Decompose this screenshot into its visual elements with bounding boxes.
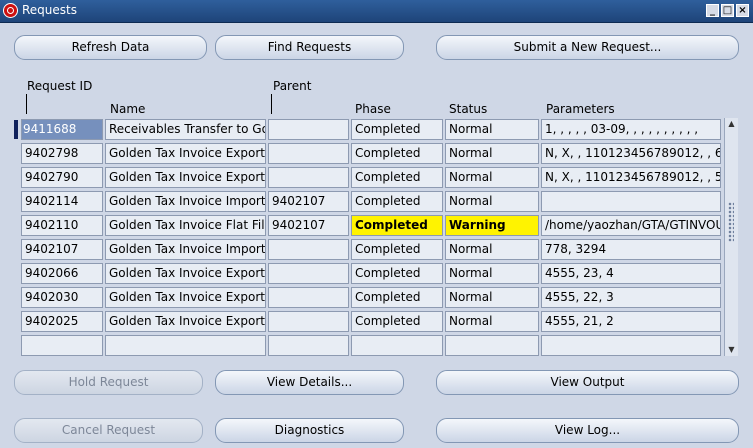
- request-id-cell[interactable]: 9402798: [21, 143, 103, 164]
- request-id-header: Request ID: [27, 79, 93, 93]
- status-cell[interactable]: Normal: [445, 287, 539, 308]
- row-selector[interactable]: [14, 120, 18, 139]
- view-output-button[interactable]: View Output: [436, 370, 739, 395]
- name-header: Name: [110, 102, 146, 116]
- request-id-cell[interactable]: 9402110: [21, 215, 103, 236]
- name-cell[interactable]: Golden Tax Invoice Export: [105, 263, 266, 284]
- parameters-cell[interactable]: [541, 335, 721, 356]
- row-selector[interactable]: [14, 336, 18, 355]
- request-id-cell[interactable]: 9402066: [21, 263, 103, 284]
- refresh-data-button[interactable]: Refresh Data: [14, 35, 207, 60]
- parent-cell[interactable]: [268, 167, 349, 188]
- find-requests-button[interactable]: Find Requests: [215, 35, 404, 60]
- request-id-cell[interactable]: 9402114: [21, 191, 103, 212]
- scroll-grip-icon[interactable]: [728, 202, 734, 242]
- row-selector[interactable]: [14, 216, 18, 235]
- status-cell[interactable]: Normal: [445, 191, 539, 212]
- scroll-up-icon[interactable]: ▲: [725, 118, 738, 130]
- parameters-cell[interactable]: N, X, , 110123456789012, , 5,: [541, 167, 721, 188]
- phase-cell[interactable]: Completed: [351, 119, 443, 140]
- status-header: Status: [449, 102, 488, 116]
- status-cell[interactable]: Normal: [445, 119, 539, 140]
- parent-cell[interactable]: [268, 335, 349, 356]
- parent-cell[interactable]: [268, 263, 349, 284]
- row-selector[interactable]: [14, 144, 18, 163]
- status-cell[interactable]: Normal: [445, 311, 539, 332]
- parent-cell[interactable]: [268, 119, 349, 140]
- phase-cell[interactable]: Completed: [351, 215, 443, 236]
- parameters-cell[interactable]: 1, , , , , 03-09, , , , , , , , , ,: [541, 119, 721, 140]
- name-cell[interactable]: Golden Tax Invoice Export: [105, 311, 266, 332]
- request-id-cell[interactable]: 9402030: [21, 287, 103, 308]
- table-scrollbar[interactable]: ▲ ▼: [724, 118, 738, 356]
- name-cell[interactable]: Golden Tax Invoice Import: [105, 191, 266, 212]
- request-id-cell[interactable]: 9402025: [21, 311, 103, 332]
- phase-cell[interactable]: Completed: [351, 239, 443, 260]
- submit-new-request-button[interactable]: Submit a New Request...: [436, 35, 739, 60]
- parameters-cell[interactable]: 4555, 22, 3: [541, 287, 721, 308]
- request-id-cell[interactable]: 9411688: [21, 119, 103, 140]
- parameters-cell[interactable]: N, X, , 110123456789012, , 6,: [541, 143, 721, 164]
- request-id-cell[interactable]: 9402790: [21, 167, 103, 188]
- name-cell[interactable]: [105, 335, 266, 356]
- row-selector[interactable]: [14, 192, 18, 211]
- phase-cell[interactable]: Completed: [351, 263, 443, 284]
- status-cell[interactable]: Warning: [445, 215, 539, 236]
- status-cell[interactable]: Normal: [445, 239, 539, 260]
- title-bar: Requests _ □ ×: [0, 0, 753, 23]
- phase-header: Phase: [355, 102, 391, 116]
- close-icon[interactable]: ×: [736, 4, 749, 17]
- row-selector[interactable]: [14, 240, 18, 259]
- cancel-request-button[interactable]: Cancel Request: [14, 418, 203, 443]
- parent-cell[interactable]: [268, 311, 349, 332]
- status-cell[interactable]: Normal: [445, 167, 539, 188]
- minimize-icon[interactable]: _: [706, 4, 719, 17]
- parent-cell[interactable]: [268, 143, 349, 164]
- name-cell[interactable]: Golden Tax Invoice Export: [105, 167, 266, 188]
- row-selector[interactable]: [14, 264, 18, 283]
- scroll-down-icon[interactable]: ▼: [725, 344, 738, 356]
- diagnostics-button[interactable]: Diagnostics: [215, 418, 404, 443]
- view-log-button[interactable]: View Log...: [436, 418, 739, 443]
- oracle-app-icon: [3, 3, 18, 18]
- parameters-cell[interactable]: 778, 3294: [541, 239, 721, 260]
- phase-cell[interactable]: [351, 335, 443, 356]
- name-cell[interactable]: Receivables Transfer to Go: [105, 119, 266, 140]
- maximize-icon[interactable]: □: [721, 4, 734, 17]
- parent-header: Parent: [273, 79, 312, 93]
- parameters-cell[interactable]: /home/yaozhan/GTA/GTINVOU: [541, 215, 721, 236]
- parameters-cell[interactable]: 4555, 21, 2: [541, 311, 721, 332]
- status-cell[interactable]: Normal: [445, 263, 539, 284]
- name-cell[interactable]: Golden Tax Invoice Export: [105, 287, 266, 308]
- row-selector[interactable]: [14, 312, 18, 331]
- parent-divider: [271, 94, 272, 114]
- row-selector[interactable]: [14, 168, 18, 187]
- phase-cell[interactable]: Completed: [351, 191, 443, 212]
- parent-cell[interactable]: [268, 287, 349, 308]
- request-id-divider: [26, 94, 27, 114]
- window-title: Requests: [22, 3, 77, 17]
- parent-cell[interactable]: [268, 239, 349, 260]
- phase-cell[interactable]: Completed: [351, 143, 443, 164]
- status-cell[interactable]: [445, 335, 539, 356]
- phase-cell[interactable]: Completed: [351, 311, 443, 332]
- parent-cell[interactable]: 9402107: [268, 191, 349, 212]
- status-cell[interactable]: Normal: [445, 143, 539, 164]
- request-id-cell[interactable]: 9402107: [21, 239, 103, 260]
- parameters-cell[interactable]: [541, 191, 721, 212]
- parameters-header: Parameters: [546, 102, 615, 116]
- row-selector[interactable]: [14, 288, 18, 307]
- hold-request-button[interactable]: Hold Request: [14, 370, 203, 395]
- parameters-cell[interactable]: 4555, 23, 4: [541, 263, 721, 284]
- phase-cell[interactable]: Completed: [351, 167, 443, 188]
- name-cell[interactable]: Golden Tax Invoice Import (: [105, 239, 266, 260]
- name-cell[interactable]: Golden Tax Invoice Export: [105, 143, 266, 164]
- view-details-button[interactable]: View Details...: [215, 370, 404, 395]
- name-cell[interactable]: Golden Tax Invoice Flat File: [105, 215, 266, 236]
- parent-cell[interactable]: 9402107: [268, 215, 349, 236]
- phase-cell[interactable]: Completed: [351, 287, 443, 308]
- request-id-cell[interactable]: [21, 335, 103, 356]
